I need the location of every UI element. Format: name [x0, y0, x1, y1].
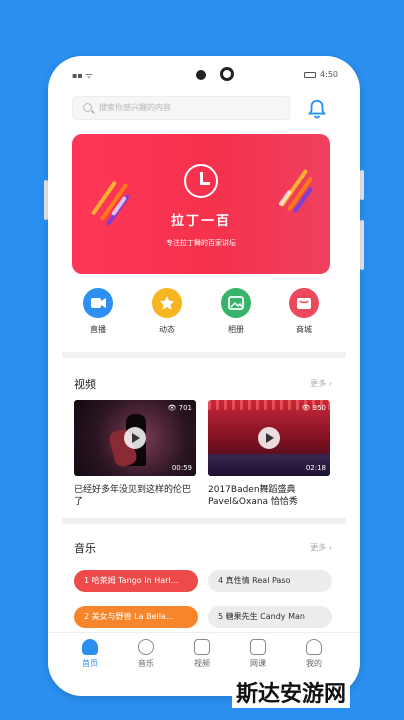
view-count-value: 701 — [178, 404, 192, 412]
quick-action-label: 相册 — [228, 325, 244, 334]
tab-label: 我的 — [306, 659, 322, 668]
video-caption[interactable]: 已经好多年没见到这样的伦巴了 — [74, 484, 198, 508]
promo-banner[interactable]: 拉丁一百 专注拉丁舞的百家讲坛 — [72, 134, 330, 274]
video-duration: 02:18 — [305, 464, 326, 472]
bell-icon[interactable] — [306, 98, 328, 120]
watermark-sub: STANDAE.ORG — [286, 702, 348, 710]
section-divider — [62, 352, 346, 358]
video-icon — [194, 639, 210, 655]
video-caption[interactable]: 2017Baden舞蹈盛典 Pavel&Oxana 恰恰秀 — [208, 484, 332, 508]
tab-home[interactable]: 首页 — [70, 639, 110, 669]
music-icon — [138, 639, 154, 655]
more-label: 更多 — [310, 543, 327, 552]
tab-label: 网课 — [250, 659, 266, 668]
quick-action-label: 直播 — [90, 325, 106, 334]
play-icon — [258, 427, 280, 449]
course-icon — [250, 639, 266, 655]
battery-icon — [304, 71, 317, 78]
video-camera-icon — [83, 288, 113, 318]
view-count: 👁 701 — [167, 404, 193, 412]
banner-title: 拉丁一百 — [170, 214, 231, 229]
status-time: 4:50 — [320, 70, 338, 79]
video-section-title: 视频 — [74, 378, 96, 391]
search-placeholder: 搜索你感兴趣的内容 — [99, 103, 171, 112]
section-divider — [62, 518, 346, 524]
music-section-title: 音乐 — [74, 542, 96, 555]
music-item[interactable]: 4 真性情 Real Paso — [208, 570, 332, 592]
view-count: 👁 950 — [301, 404, 327, 412]
tab-profile[interactable]: 我的 — [294, 639, 334, 669]
view-count-value: 950 — [312, 404, 326, 412]
tab-label: 首页 — [82, 659, 98, 668]
quick-action-mall[interactable]: 商城 — [282, 288, 326, 335]
music-item[interactable]: 5 糖果先生 Candy Man — [208, 606, 332, 628]
home-icon — [82, 639, 98, 655]
tab-music[interactable]: 音乐 — [126, 639, 166, 669]
profile-icon — [306, 639, 322, 655]
signal-icon: ▪▪ ᯤ — [72, 71, 93, 80]
quick-action-live[interactable]: 直播 — [76, 288, 120, 335]
music-more-link[interactable]: 更多 › — [310, 542, 332, 553]
video-thumbnail[interactable]: 👁 950 02:18 — [208, 400, 330, 476]
sensor-dot — [196, 70, 206, 80]
video-more-link[interactable]: 更多 › — [310, 378, 332, 389]
play-icon — [124, 427, 146, 449]
banner-subtitle: 专注拉丁舞的百家讲坛 — [166, 239, 236, 247]
search-input[interactable]: 搜索你感兴趣的内容 — [72, 96, 290, 120]
search-icon — [83, 103, 92, 112]
phone-side-button — [360, 170, 364, 200]
music-item[interactable]: 2 美女与野兽 La Bella... — [74, 606, 198, 628]
quick-action-label: 商城 — [296, 325, 312, 334]
tab-course[interactable]: 网课 — [238, 639, 278, 669]
mall-icon — [289, 288, 319, 318]
more-label: 更多 — [310, 379, 327, 388]
quick-action-label: 动态 — [159, 325, 175, 334]
tab-label: 音乐 — [138, 659, 154, 668]
site-watermark: 斯达安游网 STANDAE.ORG — [216, 676, 376, 716]
music-item[interactable]: 1 哈莱姆 Tango In Harl... — [74, 570, 198, 592]
video-duration: 00:59 — [171, 464, 192, 472]
phone-side-button — [360, 220, 364, 270]
image-icon — [221, 288, 251, 318]
status-right: 4:50 — [304, 70, 338, 79]
camera-icon — [220, 67, 234, 81]
quick-action-album[interactable]: 相册 — [214, 288, 258, 335]
video-thumbnail[interactable]: 👁 701 00:59 — [74, 400, 196, 476]
bottom-tab-bar: 首页 音乐 视频 网课 我的 — [48, 632, 360, 680]
tab-label: 视频 — [194, 659, 210, 668]
star-icon — [152, 288, 182, 318]
quick-action-feed[interactable]: 动态 — [145, 288, 189, 335]
phone-screen: ▪▪ ᯤ 4:50 搜索你感兴趣的内容 拉丁一百 专注拉丁舞的百家讲坛 直播 动… — [48, 56, 360, 696]
clock-icon — [184, 164, 218, 198]
tab-video[interactable]: 视频 — [182, 639, 222, 669]
